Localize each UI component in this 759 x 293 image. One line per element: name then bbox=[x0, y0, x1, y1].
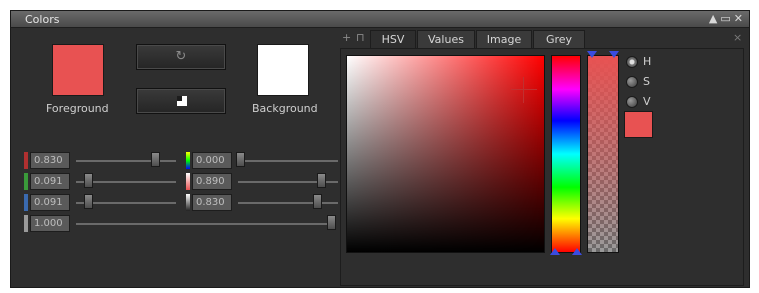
radio-s-label: S bbox=[643, 75, 650, 88]
radio-v-label: V bbox=[643, 95, 651, 108]
panel-title: Colors bbox=[25, 13, 60, 26]
close-tab-icon[interactable]: × bbox=[733, 31, 742, 44]
mode-radio-s[interactable]: S bbox=[626, 75, 650, 88]
saturation-value-field[interactable]: 0.890 bbox=[192, 173, 232, 190]
tab-grey[interactable]: Grey bbox=[533, 30, 585, 48]
saturation-slider-handle[interactable] bbox=[317, 173, 326, 188]
alpha-channel-indicator bbox=[24, 215, 28, 232]
red-slider-track[interactable] bbox=[76, 160, 176, 162]
crosshair-cursor[interactable] bbox=[511, 77, 537, 103]
radio-v[interactable] bbox=[626, 95, 638, 108]
saturation-channel-indicator bbox=[186, 173, 190, 190]
red-slider-handle[interactable] bbox=[151, 152, 160, 167]
alpha-strip[interactable] bbox=[587, 55, 619, 253]
blue-channel-indicator bbox=[24, 194, 28, 211]
red-value-field[interactable]: 0.830 bbox=[30, 152, 70, 169]
value-channel-indicator bbox=[186, 194, 190, 211]
value-slider-handle[interactable] bbox=[313, 194, 322, 209]
swap-icon bbox=[177, 96, 187, 106]
float-icon[interactable]: ▭ bbox=[720, 12, 730, 26]
blue-slider-handle[interactable] bbox=[84, 194, 93, 209]
hue-strip[interactable] bbox=[551, 55, 581, 253]
mode-radio-v[interactable]: V bbox=[626, 95, 651, 108]
hue-channel-indicator bbox=[186, 152, 190, 169]
hue-slider-handle[interactable] bbox=[236, 152, 245, 167]
green-channel-indicator bbox=[24, 173, 28, 190]
reset-colors-button[interactable]: ↻ bbox=[136, 44, 226, 70]
add-tab-icon[interactable]: + bbox=[342, 31, 351, 44]
swap-colors-button[interactable] bbox=[136, 88, 226, 114]
hue-marker-right[interactable] bbox=[572, 248, 582, 255]
tab-values[interactable]: Values bbox=[417, 30, 475, 48]
alpha-value-field[interactable]: 1.000 bbox=[30, 215, 70, 232]
refresh-icon: ↻ bbox=[175, 49, 187, 64]
foreground-swatch[interactable] bbox=[52, 44, 104, 96]
collapse-icon[interactable]: ▲ bbox=[709, 12, 717, 26]
radio-h-label: H bbox=[643, 55, 652, 68]
close-icon[interactable]: ✕ bbox=[734, 12, 743, 26]
hue-marker-left[interactable] bbox=[550, 248, 560, 255]
tab-hsv[interactable]: HSV bbox=[370, 30, 416, 49]
title-bar: Colors ▲ ▭ ✕ bbox=[11, 11, 749, 28]
alpha-marker-right[interactable] bbox=[609, 51, 619, 58]
red-channel-indicator bbox=[24, 152, 28, 169]
value-slider-track[interactable] bbox=[238, 202, 338, 204]
mode-radio-h[interactable]: H bbox=[626, 55, 651, 68]
green-value-field[interactable]: 0.091 bbox=[30, 173, 70, 190]
foreground-label: Foreground bbox=[46, 102, 109, 115]
value-value-field[interactable]: 0.830 bbox=[192, 194, 232, 211]
blue-value-field[interactable]: 0.091 bbox=[30, 194, 70, 211]
current-color-swatch bbox=[624, 111, 653, 138]
window-controls: ▲ ▭ ✕ bbox=[709, 12, 743, 26]
radio-s[interactable] bbox=[626, 75, 638, 88]
tab-image[interactable]: Image bbox=[476, 30, 532, 48]
alpha-marker-left[interactable] bbox=[587, 51, 597, 58]
background-label: Background bbox=[252, 102, 318, 115]
alpha-slider-track[interactable] bbox=[76, 223, 331, 225]
hue-slider-track[interactable] bbox=[238, 160, 338, 162]
hue-value-field[interactable]: 0.000 bbox=[192, 152, 232, 169]
pin-icon[interactable]: ⊓ bbox=[356, 31, 365, 44]
background-swatch[interactable] bbox=[257, 44, 309, 96]
radio-h[interactable] bbox=[626, 55, 638, 68]
green-slider-handle[interactable] bbox=[84, 173, 93, 188]
alpha-slider-handle[interactable] bbox=[327, 215, 336, 230]
